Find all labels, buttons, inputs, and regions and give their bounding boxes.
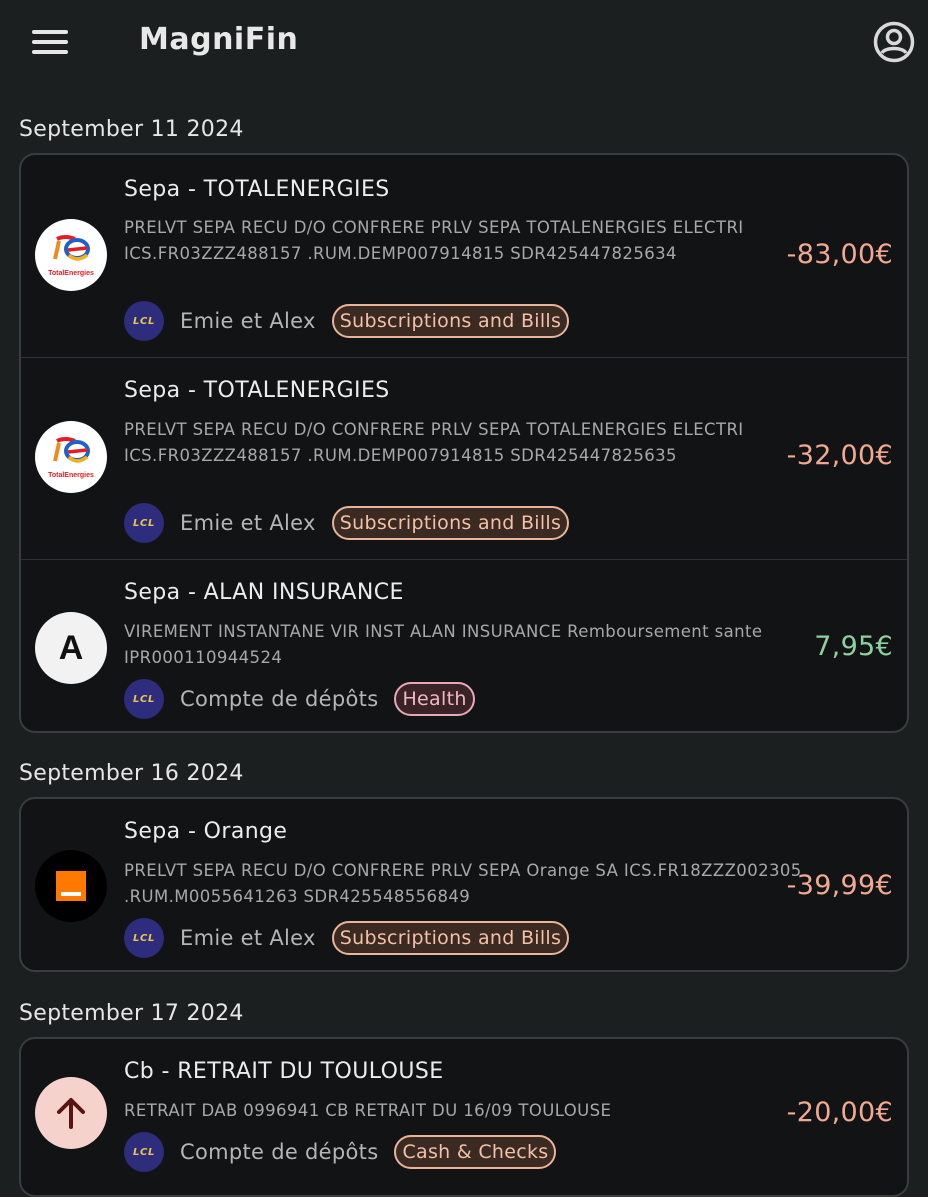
transaction-title: Sepa - ALAN INSURANCE	[124, 580, 404, 605]
hamburger-menu-icon[interactable]	[30, 27, 70, 57]
transaction-description: RETRAIT DAB 0996941 CB RETRAIT DU 16/09 …	[124, 1101, 612, 1120]
bank-logo: LCL	[124, 301, 164, 341]
account-name: Compte de dépôts	[180, 1140, 379, 1164]
transaction-row[interactable]: TotalEnergies Sepa - TOTALENERGIES PRELV…	[21, 155, 907, 357]
category-chip[interactable]: Cash & Checks	[394, 1135, 557, 1169]
transaction-amount: 7,95€	[814, 631, 893, 662]
arrow-up-icon	[35, 1077, 107, 1149]
transaction-row[interactable]: Sepa - Orange PRELVT SEPA RECU D/O CONFR…	[21, 799, 907, 970]
transaction-description: PRELVT SEPA RECU D/O CONFRERE PRLV SEPA …	[124, 218, 744, 263]
transaction-meta: LCL Emie et Alex Subscriptions and Bills	[124, 301, 570, 341]
bank-logo: LCL	[124, 1132, 164, 1172]
transaction-row[interactable]: Cb - RETRAIT DU TOULOUSE RETRAIT DAB 099…	[21, 1039, 907, 1195]
transaction-description: VIREMENT INSTANTANE VIR INST ALAN INSURA…	[124, 622, 763, 667]
date-header: September 16 2024	[19, 761, 244, 786]
account-name: Compte de dépôts	[180, 687, 379, 711]
transaction-amount: -32,00€	[786, 440, 893, 471]
totalenergies-logo-icon: TotalEnergies	[35, 219, 107, 291]
app-bar: MagniFin	[0, 0, 928, 86]
bank-logo: LCL	[124, 679, 164, 719]
bank-logo: LCL	[124, 918, 164, 958]
transaction-card: TotalEnergies Sepa - TOTALENERGIES PRELV…	[19, 153, 909, 733]
transaction-card: Sepa - Orange PRELVT SEPA RECU D/O CONFR…	[19, 797, 909, 972]
category-chip[interactable]: Subscriptions and Bills	[331, 921, 570, 955]
transaction-row[interactable]: TotalEnergies Sepa - TOTALENERGIES PRELV…	[21, 358, 907, 560]
transaction-meta: LCL Emie et Alex Subscriptions and Bills	[124, 503, 570, 543]
transaction-description: PRELVT SEPA RECU D/O CONFRERE PRLV SEPA …	[124, 420, 744, 465]
transaction-meta: LCL Compte de dépôts Health	[124, 679, 475, 719]
transaction-meta: LCL Compte de dépôts Cash & Checks	[124, 1132, 557, 1172]
svg-text:TotalEnergies: TotalEnergies	[48, 472, 94, 479]
svg-text:TotalEnergies: TotalEnergies	[48, 270, 94, 277]
transaction-title: Sepa - Orange	[124, 819, 288, 844]
alan-logo-icon: A	[35, 612, 107, 684]
app-title: MagniFin	[139, 22, 299, 57]
transaction-description: PRELVT SEPA RECU D/O CONFRERE PRLV SEPA …	[124, 861, 802, 906]
transaction-card: Cb - RETRAIT DU TOULOUSE RETRAIT DAB 099…	[19, 1037, 909, 1197]
totalenergies-logo-icon: TotalEnergies	[35, 421, 107, 493]
transaction-meta: LCL Emie et Alex Subscriptions and Bills	[124, 918, 570, 958]
transaction-amount: -20,00€	[786, 1097, 893, 1128]
account-name: Emie et Alex	[180, 511, 316, 535]
transaction-title: Sepa - TOTALENERGIES	[124, 177, 390, 202]
category-chip[interactable]: Subscriptions and Bills	[331, 304, 570, 338]
bank-logo: LCL	[124, 503, 164, 543]
date-header: September 11 2024	[19, 117, 244, 142]
transaction-row[interactable]: A Sepa - ALAN INSURANCE VIREMENT INSTANT…	[21, 560, 907, 731]
transaction-title: Sepa - TOTALENERGIES	[124, 378, 390, 403]
category-chip[interactable]: Health	[394, 682, 475, 716]
date-header: September 17 2024	[19, 1001, 244, 1026]
category-chip[interactable]: Subscriptions and Bills	[331, 506, 570, 540]
transaction-amount: -83,00€	[786, 239, 893, 270]
orange-logo-icon	[35, 850, 107, 922]
transaction-amount: -39,99€	[786, 870, 893, 901]
account-circle-icon[interactable]	[872, 20, 916, 64]
transaction-title: Cb - RETRAIT DU TOULOUSE	[124, 1059, 444, 1084]
account-name: Emie et Alex	[180, 926, 316, 950]
account-name: Emie et Alex	[180, 309, 316, 333]
